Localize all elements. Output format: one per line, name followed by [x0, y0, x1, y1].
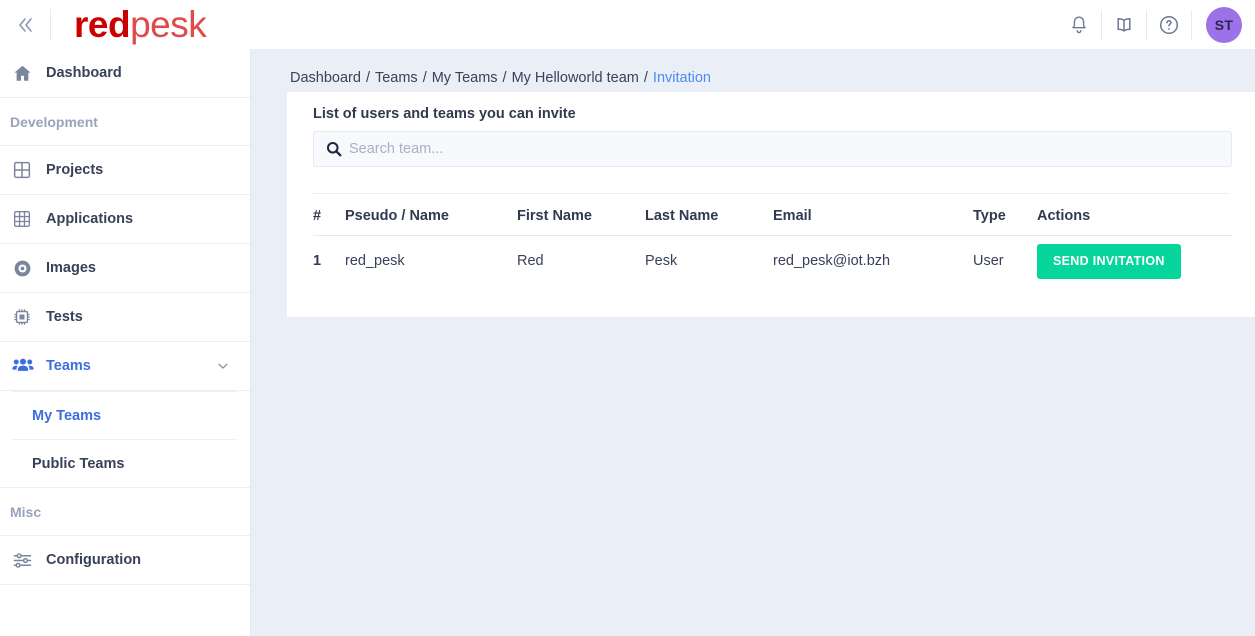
- column-header-email: Email: [773, 194, 973, 236]
- breadcrumb-item-my-helloworld-team[interactable]: My Helloworld team: [512, 70, 639, 86]
- column-header-last-name: Last Name: [645, 194, 773, 236]
- cell-pseudo: red_pesk: [345, 253, 405, 270]
- cell-email: red_pesk@iot.bzh: [773, 253, 891, 270]
- sidebar-section-development: Development: [0, 98, 250, 146]
- sidebar-section-label: Development: [10, 113, 98, 130]
- sidebar-item-label: Images: [46, 260, 96, 276]
- invite-card-header: List of users and teams you can invite: [287, 92, 1255, 194]
- cell-actions: SEND INVITATION: [1037, 236, 1232, 288]
- column-header-actions: Actions: [1037, 194, 1232, 236]
- breadcrumb-item-my-teams[interactable]: My Teams: [432, 70, 498, 86]
- column-header-type: Type: [973, 194, 1037, 236]
- app-root: red pesk ST Dashboard Development Projec…: [0, 0, 1255, 636]
- sidebar-item-label: Projects: [46, 162, 104, 178]
- sidebar-item-label: Tests: [46, 309, 83, 325]
- search-team-field[interactable]: [313, 131, 1232, 167]
- avatar[interactable]: ST: [1206, 6, 1242, 43]
- cell-type: User: [973, 253, 1004, 270]
- sidebar-subitem-label: My Teams: [32, 407, 102, 424]
- sidebar-item-label: Teams: [46, 358, 91, 374]
- breadcrumb: Dashboard / Teams / My Teams / My Hellow…: [251, 49, 1255, 91]
- table-body: 1 red_pesk Red Pesk red_pesk@iot.bzh Use…: [313, 236, 1232, 288]
- documentation-button[interactable]: [1102, 0, 1146, 49]
- grid-3x3-icon: [12, 207, 42, 231]
- column-header-first-name: First Name: [517, 194, 645, 236]
- body: Dashboard Development Projects Applicati…: [0, 49, 1255, 636]
- sidebar-item-teams[interactable]: Teams: [0, 342, 250, 391]
- sidebar-item-tests[interactable]: Tests: [0, 293, 250, 342]
- sidebar-item-projects[interactable]: Projects: [0, 146, 250, 195]
- help-button[interactable]: [1147, 0, 1191, 49]
- sidebar-subnav-teams: My Teams Public Teams: [0, 391, 250, 488]
- disc-icon: [12, 256, 42, 280]
- table-row: 1 red_pesk Red Pesk red_pesk@iot.bzh Use…: [313, 236, 1232, 288]
- question-circle-icon: [1159, 15, 1179, 34]
- column-header-number: #: [313, 194, 345, 236]
- sidebar-item-public-teams[interactable]: Public Teams: [12, 439, 238, 487]
- breadcrumb-item-dashboard[interactable]: Dashboard: [290, 70, 361, 86]
- sidebar-item-label: Dashboard: [46, 65, 122, 81]
- breadcrumb-separator: /: [643, 70, 648, 86]
- table-head: # Pseudo / Name First Name Last Name Ema…: [313, 194, 1232, 236]
- breadcrumb-item-teams[interactable]: Teams: [375, 70, 418, 86]
- table-header-row: # Pseudo / Name First Name Last Name Ema…: [313, 194, 1232, 236]
- sidebar-collapse-button[interactable]: [0, 0, 50, 49]
- chip-icon: [12, 305, 42, 329]
- notifications-button[interactable]: [1057, 0, 1101, 49]
- book-icon: [1117, 17, 1131, 32]
- brand-logo-red: red: [74, 4, 131, 45]
- breadcrumb-separator: /: [502, 70, 507, 86]
- cell-first-name: Red: [517, 253, 544, 270]
- cell-number: 1: [313, 253, 322, 270]
- breadcrumb-separator: /: [365, 70, 370, 86]
- main-content: Dashboard / Teams / My Teams / My Hellow…: [251, 49, 1255, 636]
- sidebar-item-configuration[interactable]: Configuration: [0, 536, 250, 585]
- top-header: red pesk ST: [0, 0, 1255, 49]
- cell-last-name: Pesk: [645, 253, 678, 270]
- column-header-pseudo: Pseudo / Name: [345, 194, 517, 236]
- header-divider: [50, 8, 51, 41]
- breadcrumb-item-invitation: Invitation: [652, 70, 711, 86]
- invite-table-wrapper: # Pseudo / Name First Name Last Name Ema…: [287, 194, 1255, 288]
- sidebar-item-applications[interactable]: Applications: [0, 195, 250, 244]
- search-input[interactable]: [349, 132, 1231, 166]
- grid-2x2-icon: [12, 158, 42, 182]
- sidebar-item-label: Configuration: [46, 552, 142, 568]
- sidebar-item-dashboard[interactable]: Dashboard: [0, 49, 250, 98]
- breadcrumb-separator: /: [422, 70, 427, 86]
- sidebar-item-label: Applications: [46, 211, 134, 227]
- sliders-icon: [12, 548, 42, 572]
- brand-logo-pesk: pesk: [130, 4, 207, 45]
- invite-table: # Pseudo / Name First Name Last Name Ema…: [313, 194, 1232, 288]
- header-actions: ST: [1057, 0, 1255, 49]
- sidebar-item-images[interactable]: Images: [0, 244, 250, 293]
- sidebar: Dashboard Development Projects Applicati…: [0, 49, 251, 636]
- send-invitation-button[interactable]: SEND INVITATION: [1037, 244, 1181, 279]
- sidebar-subitem-label: Public Teams: [32, 455, 125, 472]
- sidebar-section-label: Misc: [10, 503, 42, 520]
- double-chevron-left-icon: [19, 17, 32, 32]
- bell-icon: [1072, 16, 1086, 33]
- sidebar-item-my-teams[interactable]: My Teams: [12, 391, 238, 439]
- home-icon: [12, 61, 42, 85]
- sidebar-section-misc: Misc: [0, 488, 250, 536]
- card-title: List of users and teams you can invite: [313, 106, 576, 122]
- search-icon: [325, 140, 343, 158]
- brand-logo[interactable]: red pesk: [74, 4, 207, 45]
- chevron-down-icon[interactable]: [216, 359, 230, 373]
- invite-card: List of users and teams you can invite S…: [287, 92, 1255, 317]
- users-icon: [12, 354, 42, 378]
- header-action-divider-3: [1191, 9, 1192, 40]
